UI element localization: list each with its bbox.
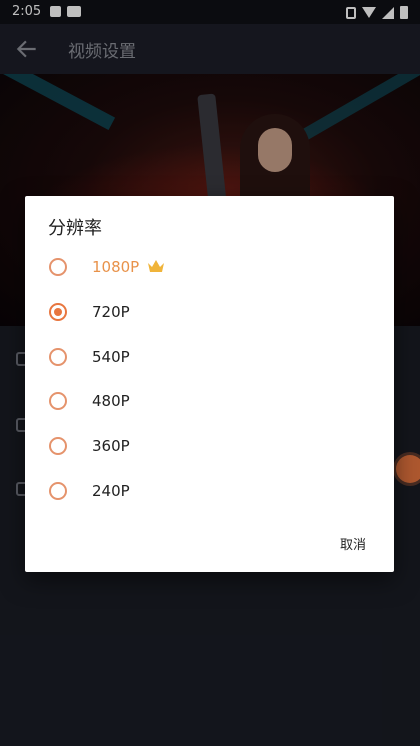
crown-icon xyxy=(148,260,164,272)
option-720p[interactable]: 720P xyxy=(25,291,394,335)
option-label: 540P xyxy=(92,348,130,366)
radio-360p[interactable] xyxy=(49,437,67,455)
radio-480p[interactable] xyxy=(49,392,67,410)
option-1080p[interactable]: 1080P xyxy=(25,246,394,290)
radio-540p[interactable] xyxy=(49,348,67,366)
resolution-dialog: 分辨率 1080P 720P 540P 480P 360P 240P 取消 xyxy=(25,196,394,572)
option-480p[interactable]: 480P xyxy=(25,380,394,424)
option-360p[interactable]: 360P xyxy=(25,425,394,469)
dialog-title: 分辨率 xyxy=(48,218,102,239)
radio-240p[interactable] xyxy=(49,482,67,500)
cancel-button[interactable]: 取消 xyxy=(340,534,366,553)
radio-720p[interactable] xyxy=(49,303,67,321)
option-label: 1080P xyxy=(92,258,140,276)
option-label: 360P xyxy=(92,437,130,455)
radio-1080p[interactable] xyxy=(49,258,67,276)
option-label: 240P xyxy=(92,482,130,500)
option-label: 480P xyxy=(92,392,130,410)
option-540p[interactable]: 540P xyxy=(25,336,394,380)
option-label: 720P xyxy=(92,303,130,321)
option-240p[interactable]: 240P xyxy=(25,470,394,514)
